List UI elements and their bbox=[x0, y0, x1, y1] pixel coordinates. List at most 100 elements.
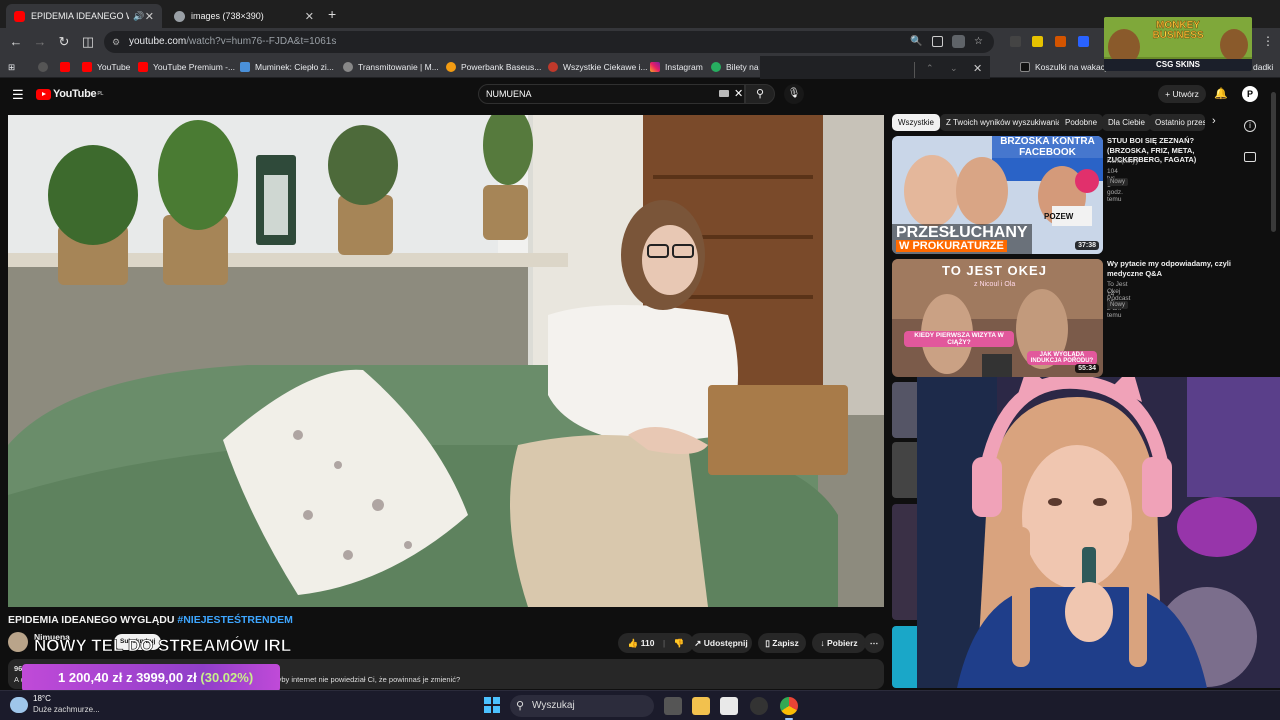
address-bar[interactable]: ⚙ youtube.com/watch?v=hum76--FJDA&t=1061… bbox=[104, 31, 994, 53]
thumbnail-text: POZEW bbox=[1044, 212, 1074, 221]
tab-images[interactable]: images (738×390) ✕ bbox=[166, 4, 322, 28]
bookmark-wszystkie[interactable]: Wszystkie Ciekawe i... bbox=[548, 60, 648, 74]
chip-recently-uploaded[interactable]: Ostatnio przes bbox=[1149, 114, 1205, 131]
thumbnail-text: KIEDY PIERWSZA WIZYTA W CIĄŻY? bbox=[904, 331, 1014, 347]
menu-kebab-icon[interactable]: ⋮ bbox=[1262, 34, 1274, 48]
zoom-icon[interactable]: 🔍 bbox=[910, 31, 922, 53]
task-view-icon[interactable] bbox=[664, 697, 682, 715]
extension-icon[interactable] bbox=[1032, 36, 1043, 47]
sidebar-icon[interactable]: ◫ bbox=[80, 34, 96, 50]
recommendation-channel[interactable]: Konopskyy bbox=[1107, 158, 1139, 165]
file-explorer-icon[interactable] bbox=[692, 697, 710, 715]
recommendation-thumbnail[interactable]: BRZOSKA KONTRA FACEBOOK POZEW PRZESŁUCHA… bbox=[892, 136, 1103, 254]
dislike-button[interactable]: 👎 bbox=[674, 638, 685, 648]
search-icon: ⚲ bbox=[755, 88, 765, 100]
bookmark-youtube-premium[interactable]: YouTube Premium -... bbox=[138, 60, 235, 74]
apps-grid-icon[interactable]: ⊞ bbox=[8, 60, 15, 74]
taskbar-search[interactable]: ⚲ Wyszukaj bbox=[510, 695, 654, 717]
like-button[interactable]: 👍 110 bbox=[628, 638, 655, 648]
tab-youtube[interactable]: EPIDEMIA IDEANEGO WYG... 🔊 ✕ bbox=[6, 4, 162, 28]
hamburger-menu-icon[interactable]: ☰ bbox=[12, 87, 24, 103]
recommendation-item[interactable]: TO JEST OKEJ z Nicoul i Ola KIEDY PIERWS… bbox=[892, 259, 1231, 379]
back-icon[interactable]: ← bbox=[8, 34, 24, 50]
bookmark-icon[interactable] bbox=[38, 60, 53, 74]
bookmark-other[interactable]: dadki bbox=[1253, 60, 1273, 74]
streamer-webcam-overlay bbox=[917, 377, 1280, 688]
save-button[interactable]: ▯ Zapisz bbox=[758, 633, 806, 653]
chip-all[interactable]: Wszystkie bbox=[892, 114, 940, 131]
clear-search-icon[interactable]: ✕ bbox=[734, 85, 743, 103]
hashtag-link[interactable]: #NIEJESTEŚTRENDEM bbox=[177, 614, 293, 626]
windows-taskbar: 18°C Duże zachmurze... ⚲ Wyszukaj bbox=[0, 690, 1280, 720]
speaker-icon[interactable]: 🔊 bbox=[133, 11, 144, 22]
voice-search-button[interactable]: 🎙 bbox=[784, 84, 804, 104]
star-bookmark-icon[interactable]: ☆ bbox=[974, 31, 983, 53]
thumbnail-text: TO JEST OKEJ bbox=[942, 263, 1047, 278]
tiktok-icon bbox=[1020, 62, 1030, 72]
chip-related[interactable]: Podobne bbox=[1059, 114, 1104, 131]
download-button[interactable]: ↓ Pobierz bbox=[812, 633, 866, 653]
info-icon[interactable]: i bbox=[1244, 120, 1256, 132]
recommendation-thumbnail[interactable] bbox=[892, 626, 917, 688]
close-tab-icon[interactable]: ✕ bbox=[145, 10, 154, 23]
recommendation-title[interactable]: Wy pytacie my odpowiadamy, czyli medyczn… bbox=[1107, 259, 1237, 278]
video-player[interactable] bbox=[8, 115, 884, 607]
create-button[interactable]: + Utwórz bbox=[1158, 85, 1206, 103]
weather-cloud-icon[interactable] bbox=[10, 697, 28, 713]
notifications-bell-icon[interactable]: 🔔 bbox=[1214, 87, 1228, 100]
chip-for-you[interactable]: Dla Ciebie bbox=[1102, 114, 1151, 131]
close-find-icon[interactable]: ✕ bbox=[973, 62, 982, 75]
chevron-right-icon[interactable]: › bbox=[1212, 115, 1216, 127]
recommendation-thumbnail[interactable] bbox=[892, 442, 917, 498]
video-title: EPIDEMIA IDEANEGO WYGLĄDU #NIEJESTEŚTREN… bbox=[8, 614, 293, 626]
weather-temp[interactable]: 18°C bbox=[33, 694, 51, 703]
url-host: youtube.com bbox=[129, 36, 187, 47]
forward-icon[interactable]: → bbox=[32, 34, 48, 50]
chip-from-search[interactable]: Z Twoich wyników wyszukiwania bbox=[940, 114, 1068, 131]
bookmark-youtube[interactable]: YouTube bbox=[82, 60, 130, 74]
goal-target: z 3999,00 zł bbox=[125, 670, 197, 685]
more-actions-button[interactable]: ⋯ bbox=[864, 633, 884, 653]
scrollbar[interactable] bbox=[1271, 92, 1276, 232]
weather-desc[interactable]: Duże zachmurze... bbox=[33, 705, 100, 714]
bookmark-icon[interactable] bbox=[60, 60, 75, 74]
chrome-icon[interactable] bbox=[780, 697, 798, 715]
chat-icon[interactable] bbox=[1244, 152, 1256, 162]
site-info-icon[interactable]: ⚙ bbox=[112, 31, 120, 53]
bookmark-transmitowanie[interactable]: Transmitowanie | M... bbox=[343, 60, 439, 74]
share-button[interactable]: ↗ Udostępnij bbox=[690, 633, 752, 653]
youtube-icon bbox=[82, 62, 92, 72]
thumbs-up-icon: 👍 bbox=[627, 638, 641, 648]
bookmark-muminek[interactable]: Muminek: Ciepło zi... bbox=[240, 60, 334, 74]
find-next-icon[interactable]: ⌄ bbox=[950, 63, 958, 74]
cast-icon[interactable] bbox=[932, 36, 943, 47]
sponsor-banner[interactable]: MONKEY BUSINESS CSG SKINS bbox=[1104, 17, 1252, 71]
reload-icon[interactable]: ↻ bbox=[56, 34, 72, 50]
youtube-logo[interactable]: YouTube PL bbox=[36, 88, 103, 100]
extension-icon[interactable] bbox=[1010, 36, 1021, 47]
channel-avatar[interactable] bbox=[8, 632, 28, 652]
search-input[interactable]: NUMUENA ✕ bbox=[478, 84, 745, 104]
bookmark-instagram[interactable]: Instagram bbox=[650, 60, 703, 74]
extension-icon[interactable] bbox=[1078, 36, 1089, 47]
new-tab-icon[interactable]: + bbox=[328, 6, 336, 22]
search-button[interactable]: ⚲ bbox=[745, 84, 775, 104]
recommendation-item[interactable]: BRZOSKA KONTRA FACEBOOK POZEW PRZESŁUCHA… bbox=[892, 136, 1196, 256]
download-icon: ↓ bbox=[820, 638, 827, 648]
bookmark-powerbank[interactable]: Powerbank Baseus... bbox=[446, 60, 541, 74]
close-tab-icon[interactable]: ✕ bbox=[305, 10, 314, 23]
reader-mode-icon[interactable] bbox=[952, 35, 965, 48]
keyboard-icon[interactable] bbox=[719, 90, 729, 97]
recommendation-thumbnail[interactable]: TO JEST OKEJ z Nicoul i Ola KIEDY PIERWS… bbox=[892, 259, 1103, 377]
thumbnail-text: BRZOSKA KONTRA FACEBOOK bbox=[992, 136, 1103, 158]
app-icon[interactable] bbox=[750, 697, 768, 715]
recommendation-thumbnail[interactable] bbox=[892, 382, 917, 438]
store-icon[interactable] bbox=[720, 697, 738, 715]
extension-icon[interactable] bbox=[1055, 36, 1066, 47]
goal-percent: (30.02%) bbox=[200, 670, 254, 685]
bookmark-bilety[interactable]: Bilety na l bbox=[711, 60, 763, 74]
windows-start-icon[interactable] bbox=[484, 697, 500, 713]
avatar[interactable]: P bbox=[1242, 86, 1258, 102]
recommendation-thumbnail[interactable] bbox=[892, 504, 917, 620]
find-prev-icon[interactable]: ⌃ bbox=[926, 63, 934, 74]
